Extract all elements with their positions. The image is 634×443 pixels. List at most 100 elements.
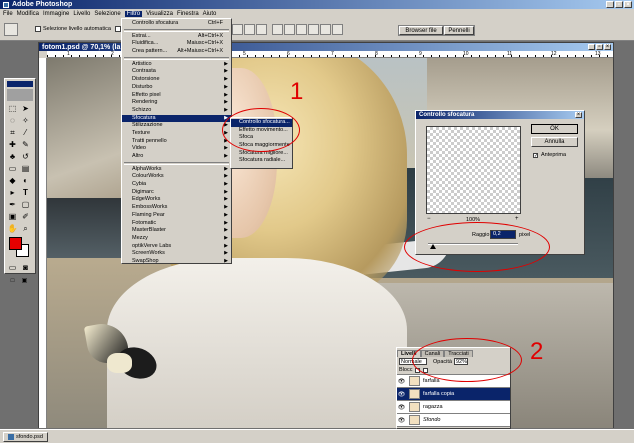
menu-item-distorsione[interactable]: Distorsione ▶ [122,76,231,84]
marquee-tool-icon[interactable]: ⬚ [7,103,18,114]
menu-item-fotomatic[interactable]: Fotomatic ▶ [122,220,231,228]
path-select-icon[interactable]: ▸ [7,187,18,198]
dialog-close-button[interactable]: × [575,112,582,118]
menu-item-rendering[interactable]: Rendering ▶ [122,99,231,107]
distribute-5-icon[interactable] [320,24,331,35]
visibility-eye-icon[interactable]: 👁 [397,378,406,385]
tab-pennelli[interactable]: Pennelli [444,26,474,35]
zoom-in-button[interactable]: + [515,216,519,222]
menu-item-sfocatura[interactable]: Sfocatura ▶ [122,114,231,123]
distribute-6-icon[interactable] [332,24,343,35]
submenu-item-sfocatura-radiale[interactable]: Sfocatura radiale... [231,157,292,165]
align-middle-icon[interactable] [244,24,255,35]
distribute-1-icon[interactable] [272,24,283,35]
menu-item-screenworks[interactable]: ScreenWorks ▶ [122,250,231,258]
screen-mode-1-icon[interactable]: □ [7,275,18,286]
menu-visualizza[interactable]: Visualizza [146,11,173,17]
menu-item-video[interactable]: Video ▶ [122,145,231,153]
menu-item-texture[interactable]: Texture ▶ [122,130,231,138]
menu-aiuto[interactable]: Aiuto [203,11,217,17]
taskbar-item[interactable]: sfondo.psd [3,431,48,442]
layer-row[interactable]: 👁 ragazza [397,401,510,414]
shape-tool-icon[interactable]: ▢ [20,199,31,210]
doc-close-button[interactable]: × [604,44,611,50]
menu-finestra[interactable]: Finestra [177,11,199,17]
move-tool-icon-2[interactable]: ➤ [20,103,31,114]
menu-item-mezzy[interactable]: Mezzy ▶ [122,235,231,243]
visibility-eye-icon[interactable]: 👁 [397,391,406,398]
menu-item-effetto-pixel[interactable]: Effetto pixel ▶ [122,92,231,100]
menu-filtro[interactable]: Filtro [124,10,143,17]
menu-item-artistico[interactable]: Artistico ▶ [122,61,231,69]
preview-pane[interactable] [426,126,521,214]
align-bottom-icon[interactable] [256,24,267,35]
menu-item-optikverve-labs[interactable]: optikVerve Labs ▶ [122,243,231,251]
visibility-eye-icon[interactable]: 👁 [397,417,406,424]
menu-item-fluidifica[interactable]: Fluidifica... Maiusc+Ctrl+X [122,40,231,48]
dodge-tool-icon[interactable]: ◐ [20,175,31,186]
minimize-button[interactable]: _ [606,1,614,8]
restore-button[interactable]: ▫ [615,1,623,8]
move-tool-icon[interactable] [4,22,18,36]
menu-item-swapshop[interactable]: SwapShop ▶ [122,258,231,266]
stamp-tool-icon[interactable]: ♣ [7,151,18,162]
pen-tool-icon[interactable]: ✒ [7,199,18,210]
blur-tool-icon[interactable]: ◆ [7,175,18,186]
layer-row[interactable]: 👁 Sfondo [397,414,510,427]
menu-file[interactable]: File [3,11,13,17]
menu-item-altro[interactable]: Altro ▶ [122,153,231,161]
menu-item-disturbo[interactable]: Disturbo ▶ [122,84,231,92]
lasso-tool-icon[interactable]: ◌ [7,115,18,126]
eraser-tool-icon[interactable]: ▭ [7,163,18,174]
menu-item-edgeworks[interactable]: EdgeWorks ▶ [122,196,231,204]
gradient-tool-icon[interactable]: ▤ [20,163,31,174]
menu-item-flaming-pear[interactable]: Flaming Pear ▶ [122,212,231,220]
menu-item-crea-pattern[interactable]: Crea pattern... Alt+Maiusc+Ctrl+X [122,48,231,56]
magic-wand-icon[interactable]: ✧ [20,115,31,126]
menu-selezione[interactable]: Selezione [94,11,120,17]
zoom-out-button[interactable]: − [427,216,431,222]
menu-item-alphaworks[interactable]: AlphaWorks ▶ [122,166,231,174]
close-button[interactable]: × [624,1,632,8]
menu-item-schizzo[interactable]: Schizzo ▶ [122,107,231,115]
menu-item-contrasta[interactable]: Contrasta ▶ [122,68,231,76]
visibility-eye-icon[interactable]: 👁 [397,404,406,411]
crop-tool-icon[interactable]: ⌗ [7,127,18,138]
menu-item-cybia[interactable]: Cybia ▶ [122,181,231,189]
tab-browser-file[interactable]: Browser file [399,26,443,35]
standard-mode-icon[interactable]: ▭ [7,262,18,273]
menu-item-stilizzazione[interactable]: Stilizzazione ▶ [122,122,231,130]
preview-checkbox[interactable]: ✓ [533,153,538,159]
doc-maximize-button[interactable]: ▫ [596,44,603,50]
brush-tool-icon[interactable]: ✎ [20,139,31,150]
notes-tool-icon[interactable]: ▣ [7,211,18,222]
distribute-3-icon[interactable] [296,24,307,35]
show-bounds-checkbox[interactable] [114,26,121,32]
cancel-button[interactable]: Annulla [531,137,578,147]
auto-select-checkbox[interactable] [35,26,41,32]
menu-item-tratti-pennello[interactable]: Tratti pennello ▶ [122,138,231,146]
menu-item-estrai[interactable]: Estrai... Alt+Ctrl+X [122,33,231,41]
slice-tool-icon[interactable]: ⁄ [20,127,31,138]
layer-row-selected[interactable]: 👁 farfalla copia [397,388,510,401]
zoom-tool-icon[interactable]: ⌕ [20,223,31,234]
hand-tool-icon[interactable]: ✋ [7,223,18,234]
distribute-2-icon[interactable] [284,24,295,35]
menu-modifica[interactable]: Modifica [17,11,39,17]
distribute-4-icon[interactable] [308,24,319,35]
menu-item-colourworks[interactable]: ColourWorks ▶ [122,173,231,181]
menu-item-masterblaster[interactable]: MasterBlaster ▶ [122,227,231,235]
menu-item-embossworks[interactable]: EmbossWorks ▶ [122,204,231,212]
screen-mode-2-icon[interactable]: ▣ [19,275,30,286]
menu-item-last-filter[interactable]: Controllo sfocatura Ctrl+F [122,20,231,28]
quickmask-mode-icon[interactable]: ◙ [20,262,31,273]
menu-item-digimarc[interactable]: Digimarc ▶ [122,189,231,197]
menu-immagine[interactable]: Immagine [43,11,69,17]
doc-minimize-button[interactable]: _ [588,44,595,50]
ok-button[interactable]: OK [531,124,578,134]
align-top-icon[interactable] [232,24,243,35]
history-brush-icon[interactable]: ↺ [20,151,31,162]
foreground-color-swatch[interactable] [9,237,22,250]
healing-tool-icon[interactable]: ✚ [7,139,18,150]
eyedropper-icon[interactable]: ✐ [20,211,31,222]
